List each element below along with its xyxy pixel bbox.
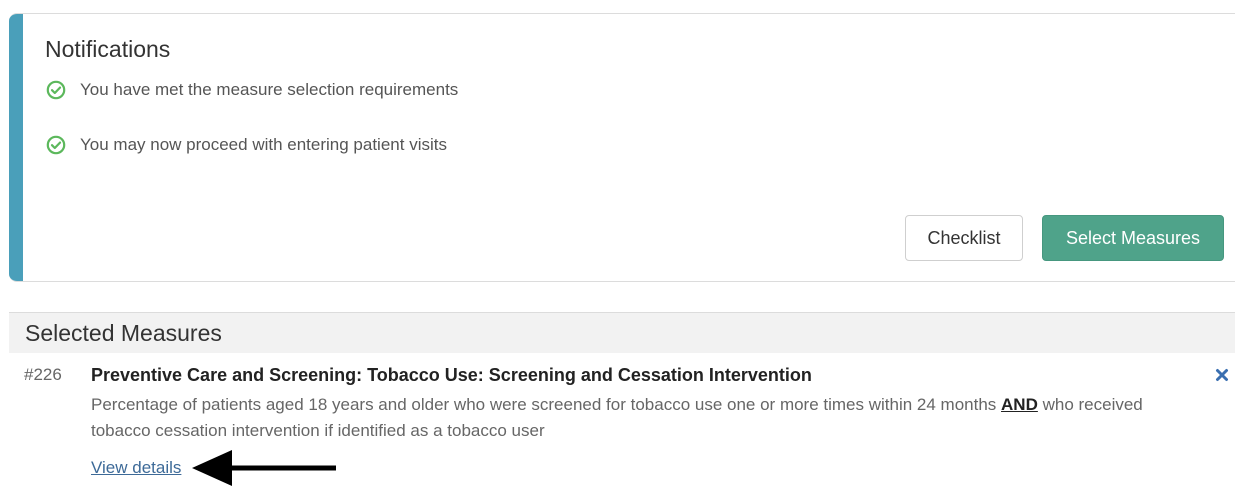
measure-title: Preventive Care and Screening: Tobacco U… (91, 365, 812, 385)
select-measures-button[interactable]: Select Measures (1042, 215, 1224, 261)
measure-description-emphasis: AND (1001, 395, 1038, 414)
annotation-arrow-icon (192, 450, 336, 486)
notification-item: You may now proceed with entering patien… (46, 135, 447, 155)
notification-item: You have met the measure selection requi… (46, 80, 458, 100)
view-details-link[interactable]: View details (91, 458, 181, 478)
notification-text: You have met the measure selection requi… (80, 80, 459, 99)
selected-measures-header: Selected Measures (9, 313, 1235, 353)
notification-text: You may now proceed with entering patien… (80, 135, 447, 154)
close-x-icon[interactable] (1214, 367, 1230, 383)
check-circle-icon (46, 80, 66, 100)
check-circle-icon (46, 135, 66, 155)
measure-number: #226 (24, 365, 62, 384)
checklist-button[interactable]: Checklist (905, 215, 1023, 261)
selected-measures-title: Selected Measures (25, 320, 222, 346)
notifications-accent-bar (9, 14, 23, 281)
measure-description: Percentage of patients aged 18 years and… (91, 392, 1191, 444)
notifications-panel: Notifications You have met the measure s… (9, 13, 1235, 282)
notifications-title: Notifications (45, 36, 171, 62)
measure-description-part1: Percentage of patients aged 18 years and… (91, 395, 1002, 414)
